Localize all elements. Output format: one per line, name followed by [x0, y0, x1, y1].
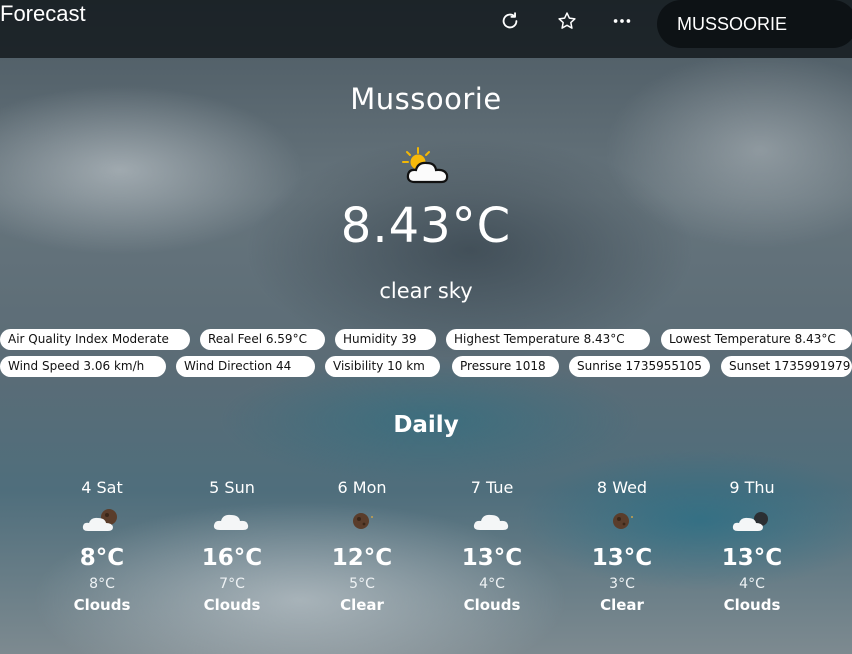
- day-max-temperature: 16°C: [201, 545, 263, 571]
- day-min-temperature: 3°C: [609, 576, 635, 592]
- visibility-chip: Visibility 10 km: [325, 356, 440, 377]
- day-min-temperature: 7°C: [219, 576, 245, 592]
- daily-forecast-card: 6 Mon 12°C 5°C Clear: [307, 476, 417, 616]
- daily-section-title: Daily: [393, 412, 459, 438]
- day-condition: Clouds: [463, 596, 521, 614]
- star-icon: [558, 12, 576, 29]
- day-condition: Clear: [600, 596, 644, 614]
- more-options-button[interactable]: [609, 8, 635, 34]
- cloud-icon: [473, 514, 509, 530]
- day-max-temperature: 13°C: [461, 545, 523, 571]
- current-temperature: 8.43°C: [340, 198, 512, 254]
- weather-description: clear sky: [379, 279, 473, 303]
- day-min-temperature: 8°C: [89, 576, 115, 592]
- favorite-button[interactable]: [554, 8, 580, 34]
- cloud-moon-icon: [82, 509, 117, 531]
- lowest-temperature-chip: Lowest Temperature 8.43°C: [661, 329, 852, 350]
- city-name: Mussoorie: [350, 82, 502, 116]
- more-dots-icon: [613, 19, 631, 23]
- moon-icon: [353, 513, 373, 529]
- day-condition: Clear: [340, 596, 384, 614]
- day-min-temperature: 4°C: [479, 576, 505, 592]
- real-feel-chip: Real Feel 6.59°C: [200, 329, 325, 350]
- daily-forecast-card: 9 Thu 13°C 4°C Clouds: [697, 476, 807, 616]
- day-label: 9 Thu: [729, 478, 775, 497]
- city-selector-label: MUSSOORIE: [677, 13, 788, 34]
- refresh-icon: [502, 12, 518, 29]
- day-label: 4 Sat: [81, 478, 123, 497]
- day-label: 8 Wed: [596, 478, 648, 497]
- day-max-temperature: 8°C: [79, 545, 125, 571]
- refresh-button[interactable]: [497, 8, 523, 34]
- day-label: 5 Sun: [209, 478, 255, 497]
- sun-behind-cloud-icon: [402, 147, 449, 184]
- day-condition: Clouds: [723, 596, 781, 614]
- day-label: 6 Mon: [337, 478, 387, 497]
- air-quality-chip: Air Quality Index Moderate: [0, 329, 190, 350]
- highest-temperature-chip: Highest Temperature 8.43°C: [446, 329, 650, 350]
- cloud-moon-icon: [732, 512, 768, 531]
- daily-forecast-card: 8 Wed 13°C 3°C Clear: [567, 476, 677, 616]
- day-min-temperature: 5°C: [349, 576, 375, 592]
- day-label: 7 Tue: [470, 478, 514, 497]
- app-title: Forecast: [0, 1, 86, 26]
- top-bar: Forecast MUSSOORIE: [0, 0, 852, 58]
- sunrise-chip: Sunrise 1735955105: [569, 356, 710, 377]
- day-condition: Clouds: [73, 596, 131, 614]
- moon-icon: [613, 513, 633, 529]
- city-selector-button[interactable]: MUSSOORIE: [657, 0, 852, 48]
- wind-direction-chip: Wind Direction 44: [176, 356, 315, 377]
- cloud-icon: [213, 514, 249, 530]
- humidity-chip: Humidity 39: [335, 329, 436, 350]
- day-max-temperature: 13°C: [721, 545, 783, 571]
- day-max-temperature: 12°C: [331, 545, 393, 571]
- sunset-chip: Sunset 1735991979: [721, 356, 852, 377]
- daily-forecast-card: 4 Sat 8°C 8°C Clouds: [47, 476, 157, 616]
- day-condition: Clouds: [203, 596, 261, 614]
- daily-forecast-card: 7 Tue 13°C 4°C Clouds: [437, 476, 547, 616]
- wind-speed-chip: Wind Speed 3.06 km/h: [0, 356, 166, 377]
- daily-forecast-card: 5 Sun 16°C 7°C Clouds: [177, 476, 287, 616]
- day-min-temperature: 4°C: [739, 576, 765, 592]
- day-max-temperature: 13°C: [591, 545, 653, 571]
- pressure-chip: Pressure 1018: [452, 356, 559, 377]
